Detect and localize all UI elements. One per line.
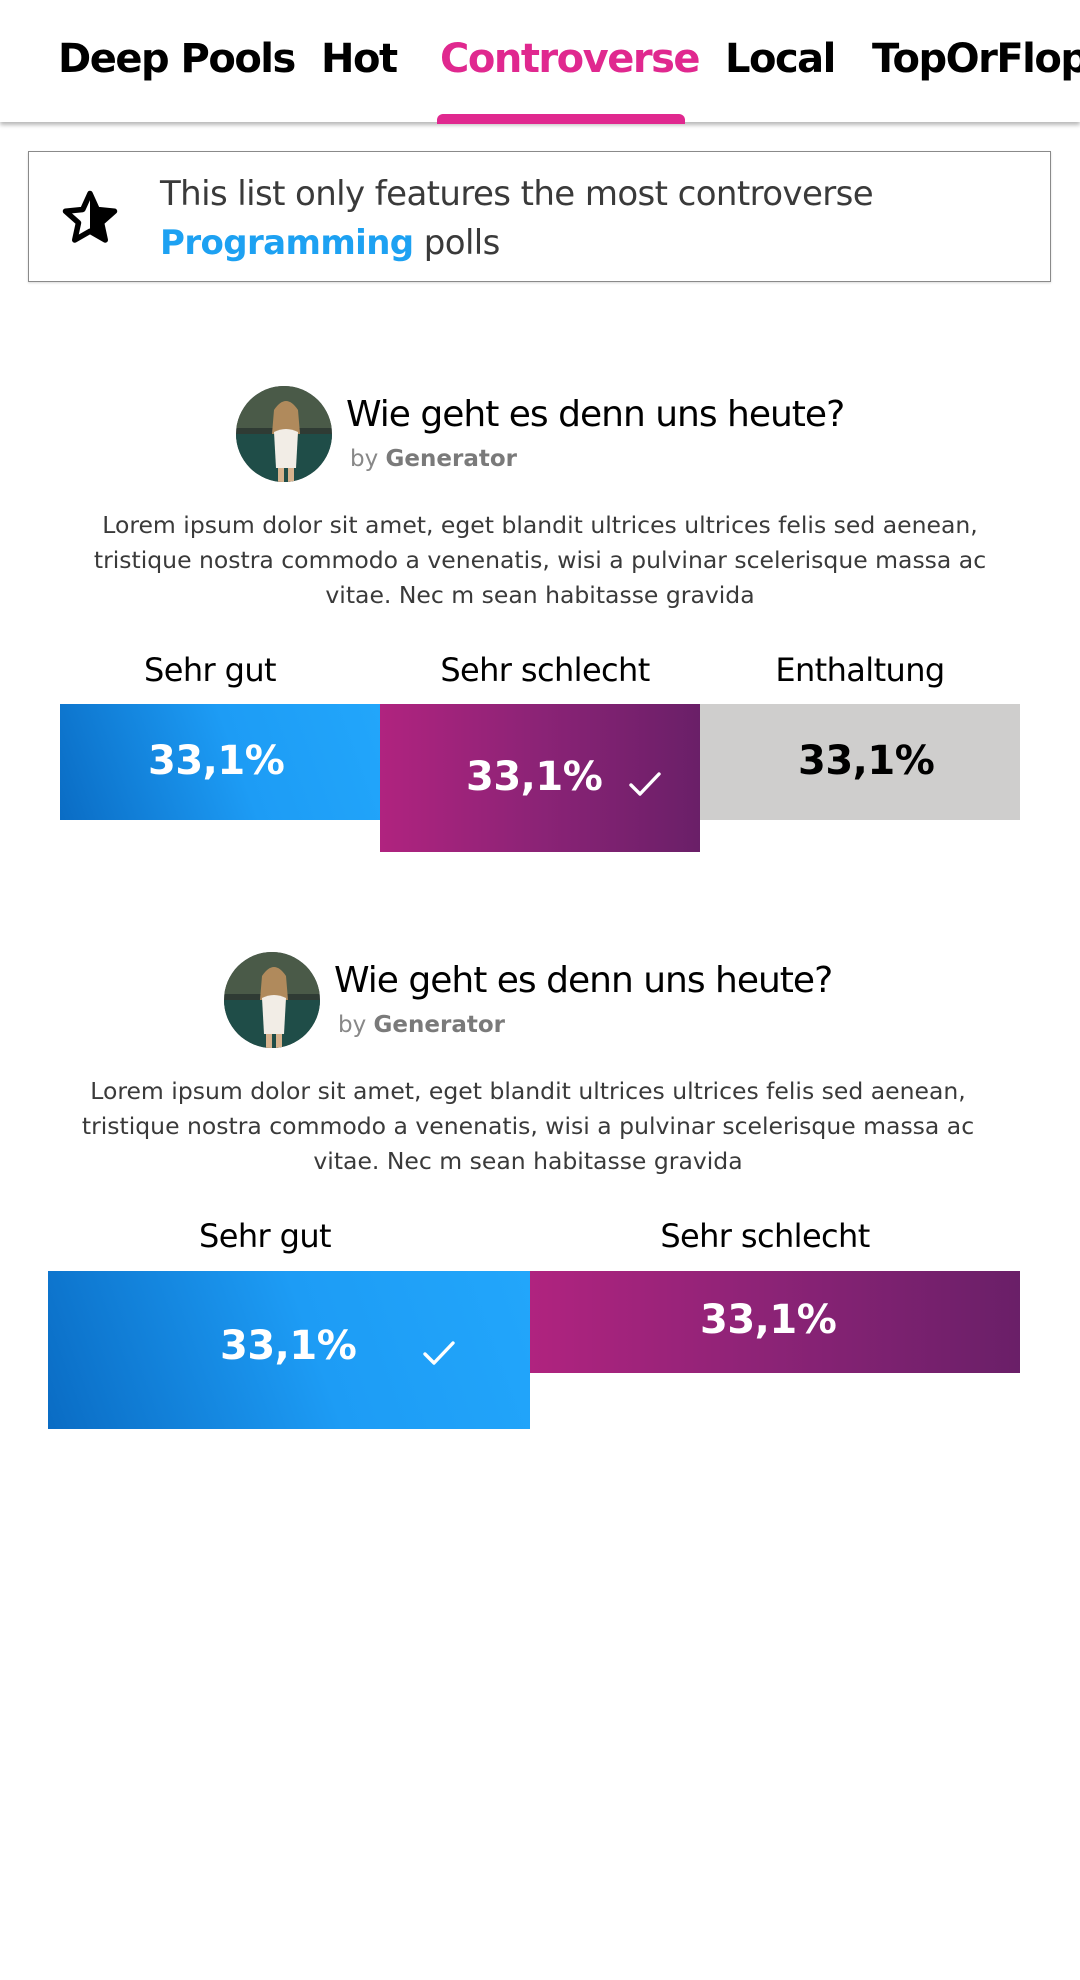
option-percent: 33,1% bbox=[466, 754, 603, 800]
avatar-photo bbox=[236, 386, 332, 482]
avatar-photo bbox=[224, 952, 320, 1048]
check-icon bbox=[629, 772, 661, 796]
option-label: Sehr schlecht bbox=[440, 651, 650, 689]
author-name[interactable]: Generator bbox=[374, 1012, 505, 1038]
poll-author: by Generator bbox=[350, 446, 517, 472]
banner-topic-link[interactable]: Programming bbox=[160, 223, 414, 263]
banner-message: This list only features the most controv… bbox=[160, 170, 1020, 268]
option-percent: 33,1% bbox=[700, 1297, 837, 1343]
option-bar-sehr-gut[interactable]: 33,1% bbox=[48, 1271, 530, 1429]
active-tab-indicator bbox=[437, 114, 685, 124]
banner-text-before: This list only features the most controv… bbox=[160, 174, 874, 214]
poll-description: Lorem ipsum dolor sit amet, eget blandit… bbox=[81, 1077, 975, 1175]
tab-deep-pools[interactable]: Deep Pools bbox=[58, 34, 296, 84]
option-label: Sehr gut bbox=[144, 651, 277, 689]
by-label: by bbox=[350, 446, 379, 472]
banner-text-after: polls bbox=[423, 223, 501, 263]
poll-description: Lorem ipsum dolor sit amet, eget blandit… bbox=[93, 511, 987, 609]
poll-title: Wie geht es denn uns heute? bbox=[334, 960, 833, 1001]
tab-controverse[interactable]: Controverse bbox=[440, 34, 701, 84]
author-avatar[interactable] bbox=[224, 952, 320, 1048]
option-bar-sehr-schlecht[interactable]: 33,1% bbox=[380, 704, 700, 852]
option-label: Sehr gut bbox=[199, 1217, 332, 1255]
option-label: Sehr schlecht bbox=[660, 1217, 870, 1255]
poll-author: by Generator bbox=[338, 1012, 505, 1038]
check-icon bbox=[423, 1341, 455, 1365]
option-percent: 33,1% bbox=[220, 1323, 357, 1369]
option-percent: 33,1% bbox=[798, 738, 935, 784]
poll-header: Wie geht es denn uns heute? by Generator bbox=[236, 386, 876, 486]
option-bar-sehr-gut[interactable]: 33,1% bbox=[60, 704, 380, 820]
tab-bar: Deep Pools Hot Controverse Local TopOrFl… bbox=[0, 0, 1080, 124]
poll-header: Wie geht es denn uns heute? by Generator bbox=[224, 952, 864, 1052]
option-percent: 33,1% bbox=[148, 738, 285, 784]
by-label: by bbox=[338, 1012, 367, 1038]
star-outline-icon bbox=[62, 190, 118, 243]
option-label: Enthaltung bbox=[775, 651, 945, 689]
author-name[interactable]: Generator bbox=[386, 446, 517, 472]
option-bar-enthaltung[interactable]: 33,1% bbox=[700, 704, 1020, 820]
author-avatar[interactable] bbox=[236, 386, 332, 482]
tab-local[interactable]: Local bbox=[725, 34, 836, 84]
poll-title: Wie geht es denn uns heute? bbox=[346, 394, 845, 435]
option-bar-sehr-schlecht[interactable]: 33,1% bbox=[530, 1271, 1020, 1373]
tab-hot[interactable]: Hot bbox=[321, 34, 398, 84]
tab-toporflop[interactable]: TopOrFlop bbox=[872, 34, 1080, 84]
info-banner: This list only features the most controv… bbox=[28, 151, 1051, 282]
